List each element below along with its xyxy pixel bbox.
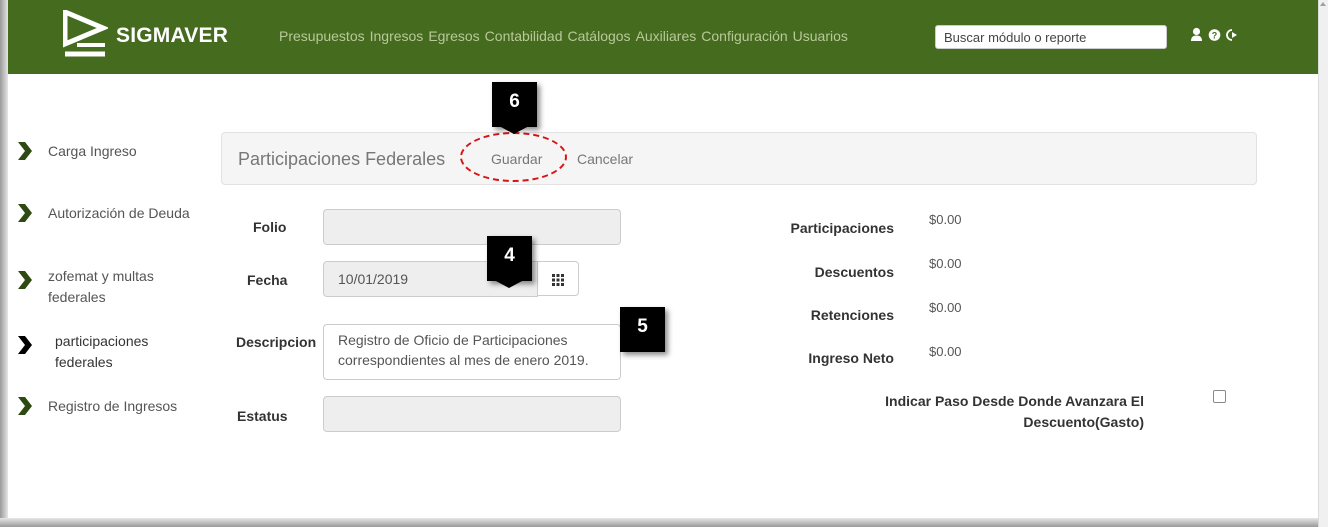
- window-shadow-left: [0, 0, 8, 527]
- vertical-scrollbar[interactable]: [1318, 0, 1328, 527]
- checkbox-label-line1: Indicar Paso Desde Donde Avanzara El: [885, 393, 1144, 409]
- form-header-panel: Participaciones Federales Guardar Cancel…: [221, 132, 1257, 185]
- sidebar-item-registro-ingresos[interactable]: Registro de Ingresos: [18, 396, 208, 417]
- chevron-right-icon: [18, 271, 32, 289]
- descripcion-textarea[interactable]: Registro de Oficio de Participaciones co…: [323, 324, 621, 380]
- estatus-field[interactable]: [323, 396, 621, 432]
- step-badge-5: 5: [620, 307, 665, 352]
- menu-ingresos[interactable]: Ingresos: [370, 28, 424, 44]
- sidebar-item-label: Carga Ingreso: [48, 143, 137, 159]
- estatus-label: Estatus: [237, 408, 288, 424]
- menu-configuracion[interactable]: Configuración: [701, 28, 787, 44]
- chevron-right-icon: [18, 336, 32, 354]
- help-icon[interactable]: ?: [1208, 27, 1221, 43]
- menu-usuarios[interactable]: Usuarios: [793, 28, 848, 44]
- step-badge-6: 6: [492, 82, 537, 134]
- folio-label: Folio: [253, 219, 287, 235]
- menu-auxiliares[interactable]: Auxiliares: [636, 28, 697, 44]
- chevron-right-icon: [18, 397, 32, 415]
- descripcion-label: Descripcion: [236, 334, 317, 350]
- sigmaver-logo-icon: [63, 10, 108, 57]
- ingreso-neto-value: $0.00: [929, 344, 962, 359]
- nav-icon-group: ?: [1190, 27, 1239, 43]
- menu-egresos[interactable]: Egresos: [428, 28, 479, 44]
- window-shadow-bottom: [0, 518, 1318, 527]
- chevron-right-icon: [18, 204, 32, 222]
- sidebar-item-carga-ingreso[interactable]: Carga Ingreso: [18, 141, 208, 162]
- fecha-label: Fecha: [247, 272, 288, 288]
- checkbox-label-line2: Descuento(Gasto): [1023, 414, 1144, 430]
- search-input[interactable]: [935, 25, 1167, 49]
- menu-catalogos[interactable]: Catálogos: [568, 28, 631, 44]
- sidebar-item-label: participaciones federales: [55, 333, 149, 370]
- participaciones-value: $0.00: [929, 212, 962, 227]
- fecha-value: 10/01/2019: [338, 271, 409, 287]
- cancel-button[interactable]: Cancelar: [577, 151, 633, 167]
- logout-icon[interactable]: [1226, 27, 1239, 43]
- calendar-icon: [552, 273, 564, 286]
- calendar-button[interactable]: [537, 261, 579, 296]
- scroll-up-arrow-icon[interactable]: [1320, 2, 1326, 6]
- retenciones-label: Retenciones: [810, 307, 894, 323]
- main-menu: Presupuestos Ingresos Egresos Contabilid…: [279, 28, 848, 44]
- menu-contabilidad[interactable]: Contabilidad: [485, 28, 563, 44]
- sidebar-item-participaciones-federales[interactable]: participaciones federales: [18, 331, 175, 373]
- brand-name[interactable]: SIGMAVER: [116, 24, 228, 48]
- participaciones-label: Participaciones: [790, 220, 895, 236]
- sidebar-item-label: Autorización de Deuda: [48, 205, 190, 221]
- descuentos-value: $0.00: [929, 256, 962, 271]
- retenciones-value: $0.00: [929, 300, 962, 315]
- save-highlight-circle: [460, 132, 567, 182]
- sidebar-item-zofemat[interactable]: zofemat y multas federales: [18, 266, 178, 308]
- folio-field[interactable]: [323, 209, 621, 245]
- page-title: Participaciones Federales: [238, 149, 446, 169]
- step-badge-4: 4: [487, 236, 532, 288]
- sidebar-item-label: Registro de Ingresos: [48, 398, 178, 414]
- svg-text:?: ?: [1212, 31, 1218, 41]
- app-frame: SIGMAVER Presupuestos Ingresos Egresos C…: [0, 0, 1318, 527]
- user-icon[interactable]: [1190, 27, 1203, 43]
- sidebar-item-label: zofemat y multas federales: [48, 268, 154, 305]
- ingreso-neto-label: Ingreso Neto: [808, 350, 894, 366]
- descuentos-label: Descuentos: [814, 264, 894, 280]
- menu-presupuestos[interactable]: Presupuestos: [279, 28, 365, 44]
- avanzar-descuento-checkbox[interactable]: [1213, 390, 1226, 403]
- sidebar-item-autorizacion-deuda[interactable]: Autorización de Deuda: [18, 203, 208, 224]
- chevron-right-icon: [18, 142, 32, 160]
